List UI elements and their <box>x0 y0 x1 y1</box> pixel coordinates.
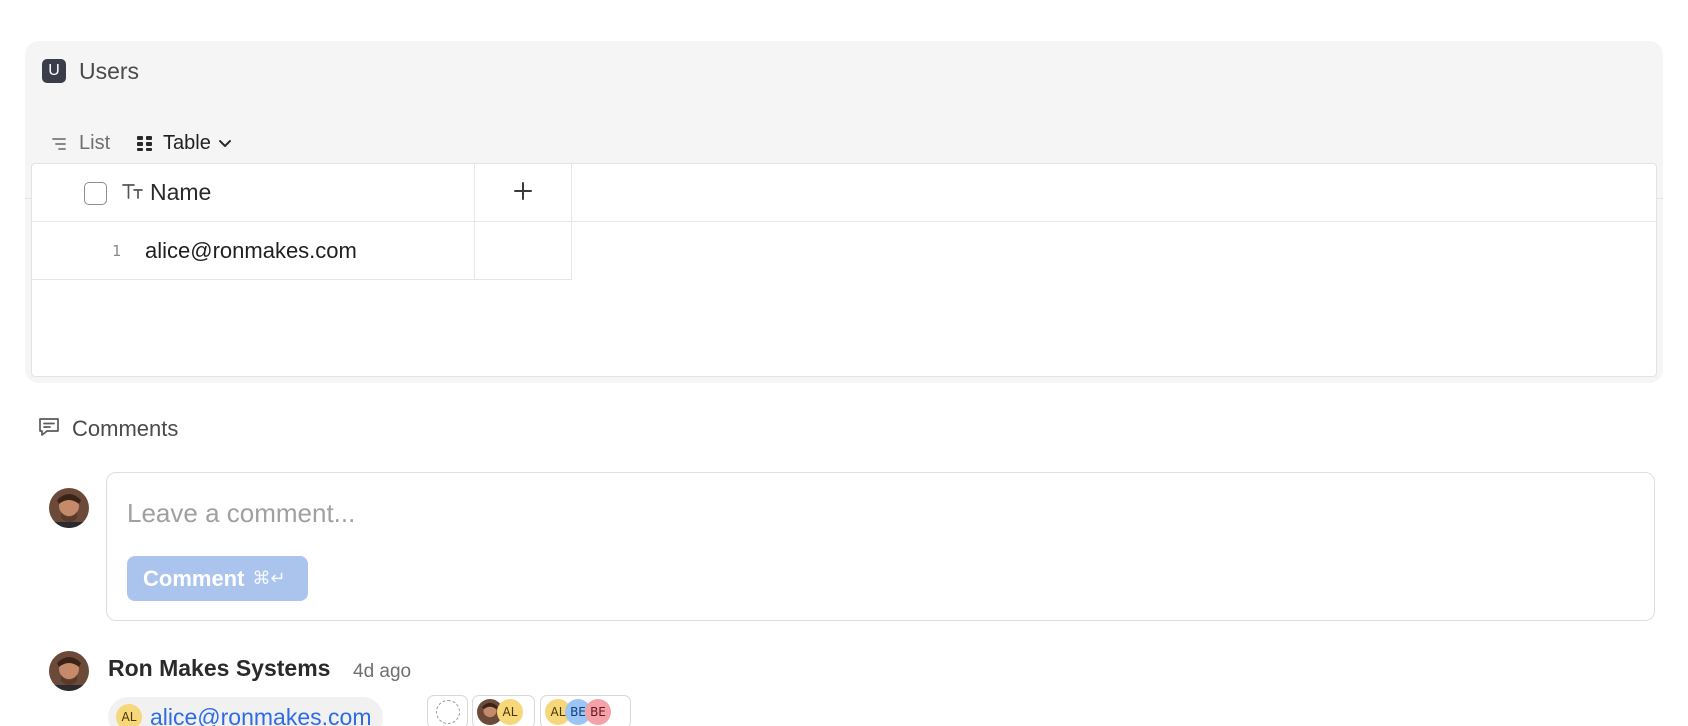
comment-submit-button[interactable]: Comment ⌘↵ <box>127 556 308 601</box>
reactor-initials: BE <box>585 699 611 725</box>
comment-icon <box>38 416 60 443</box>
users-database-block: U Users List Table Name 1 alice@ronmakes… <box>25 41 1663 383</box>
chevron-down-icon[interactable] <box>218 139 232 149</box>
add-reaction-button[interactable] <box>427 695 468 726</box>
plus-icon <box>513 181 533 206</box>
grid-icon <box>136 135 153 152</box>
mention-avatar: AL <box>116 704 142 726</box>
comment-author-avatar <box>49 651 89 691</box>
row-name-value: alice@ronmakes.com <box>145 238 357 263</box>
empty-reaction-icon <box>435 700 460 724</box>
row-number: 1 <box>112 242 122 260</box>
comment-timestamp: 4d ago <box>353 661 412 682</box>
database-title[interactable]: U Users <box>42 57 139 85</box>
current-user-avatar <box>49 488 89 528</box>
keyboard-shortcut-hint: ⌘↵ <box>252 568 286 588</box>
reaction-chip-2[interactable]: AL BE BE <box>540 695 631 726</box>
tab-list-label: List <box>79 132 111 154</box>
name-column-header[interactable]: Name <box>32 164 475 222</box>
empty-cell[interactable] <box>475 222 572 280</box>
reaction-chip-1[interactable]: AL <box>472 695 535 726</box>
comment-input[interactable] <box>127 495 1527 531</box>
name-column-label: Name <box>150 179 212 205</box>
comment-composer: Comment ⌘↵ <box>106 472 1655 621</box>
database-title-label: Users <box>79 57 140 84</box>
add-column-button[interactable] <box>475 164 572 222</box>
table-row[interactable]: 1 alice@ronmakes.com <box>32 222 572 280</box>
comments-header-label: Comments <box>72 416 179 441</box>
tab-table-label: Table <box>163 132 211 154</box>
comments-header: Comments <box>38 414 178 444</box>
comment-author-name[interactable]: Ron Makes Systems <box>108 655 330 682</box>
table-view: Name 1 alice@ronmakes.com <box>31 163 1657 377</box>
list-icon <box>51 136 69 152</box>
select-all-checkbox[interactable] <box>84 182 107 205</box>
name-cell[interactable]: 1 alice@ronmakes.com <box>32 222 475 280</box>
user-mention-chip[interactable]: AL alice@ronmakes.com <box>108 697 384 726</box>
table-header-row: Name <box>32 164 1656 222</box>
text-type-icon <box>122 182 144 205</box>
database-icon: U <box>42 59 66 83</box>
mention-text: alice@ronmakes.com <box>150 703 372 726</box>
comment-submit-label: Comment <box>143 565 245 591</box>
reactor-initials: AL <box>497 699 523 725</box>
